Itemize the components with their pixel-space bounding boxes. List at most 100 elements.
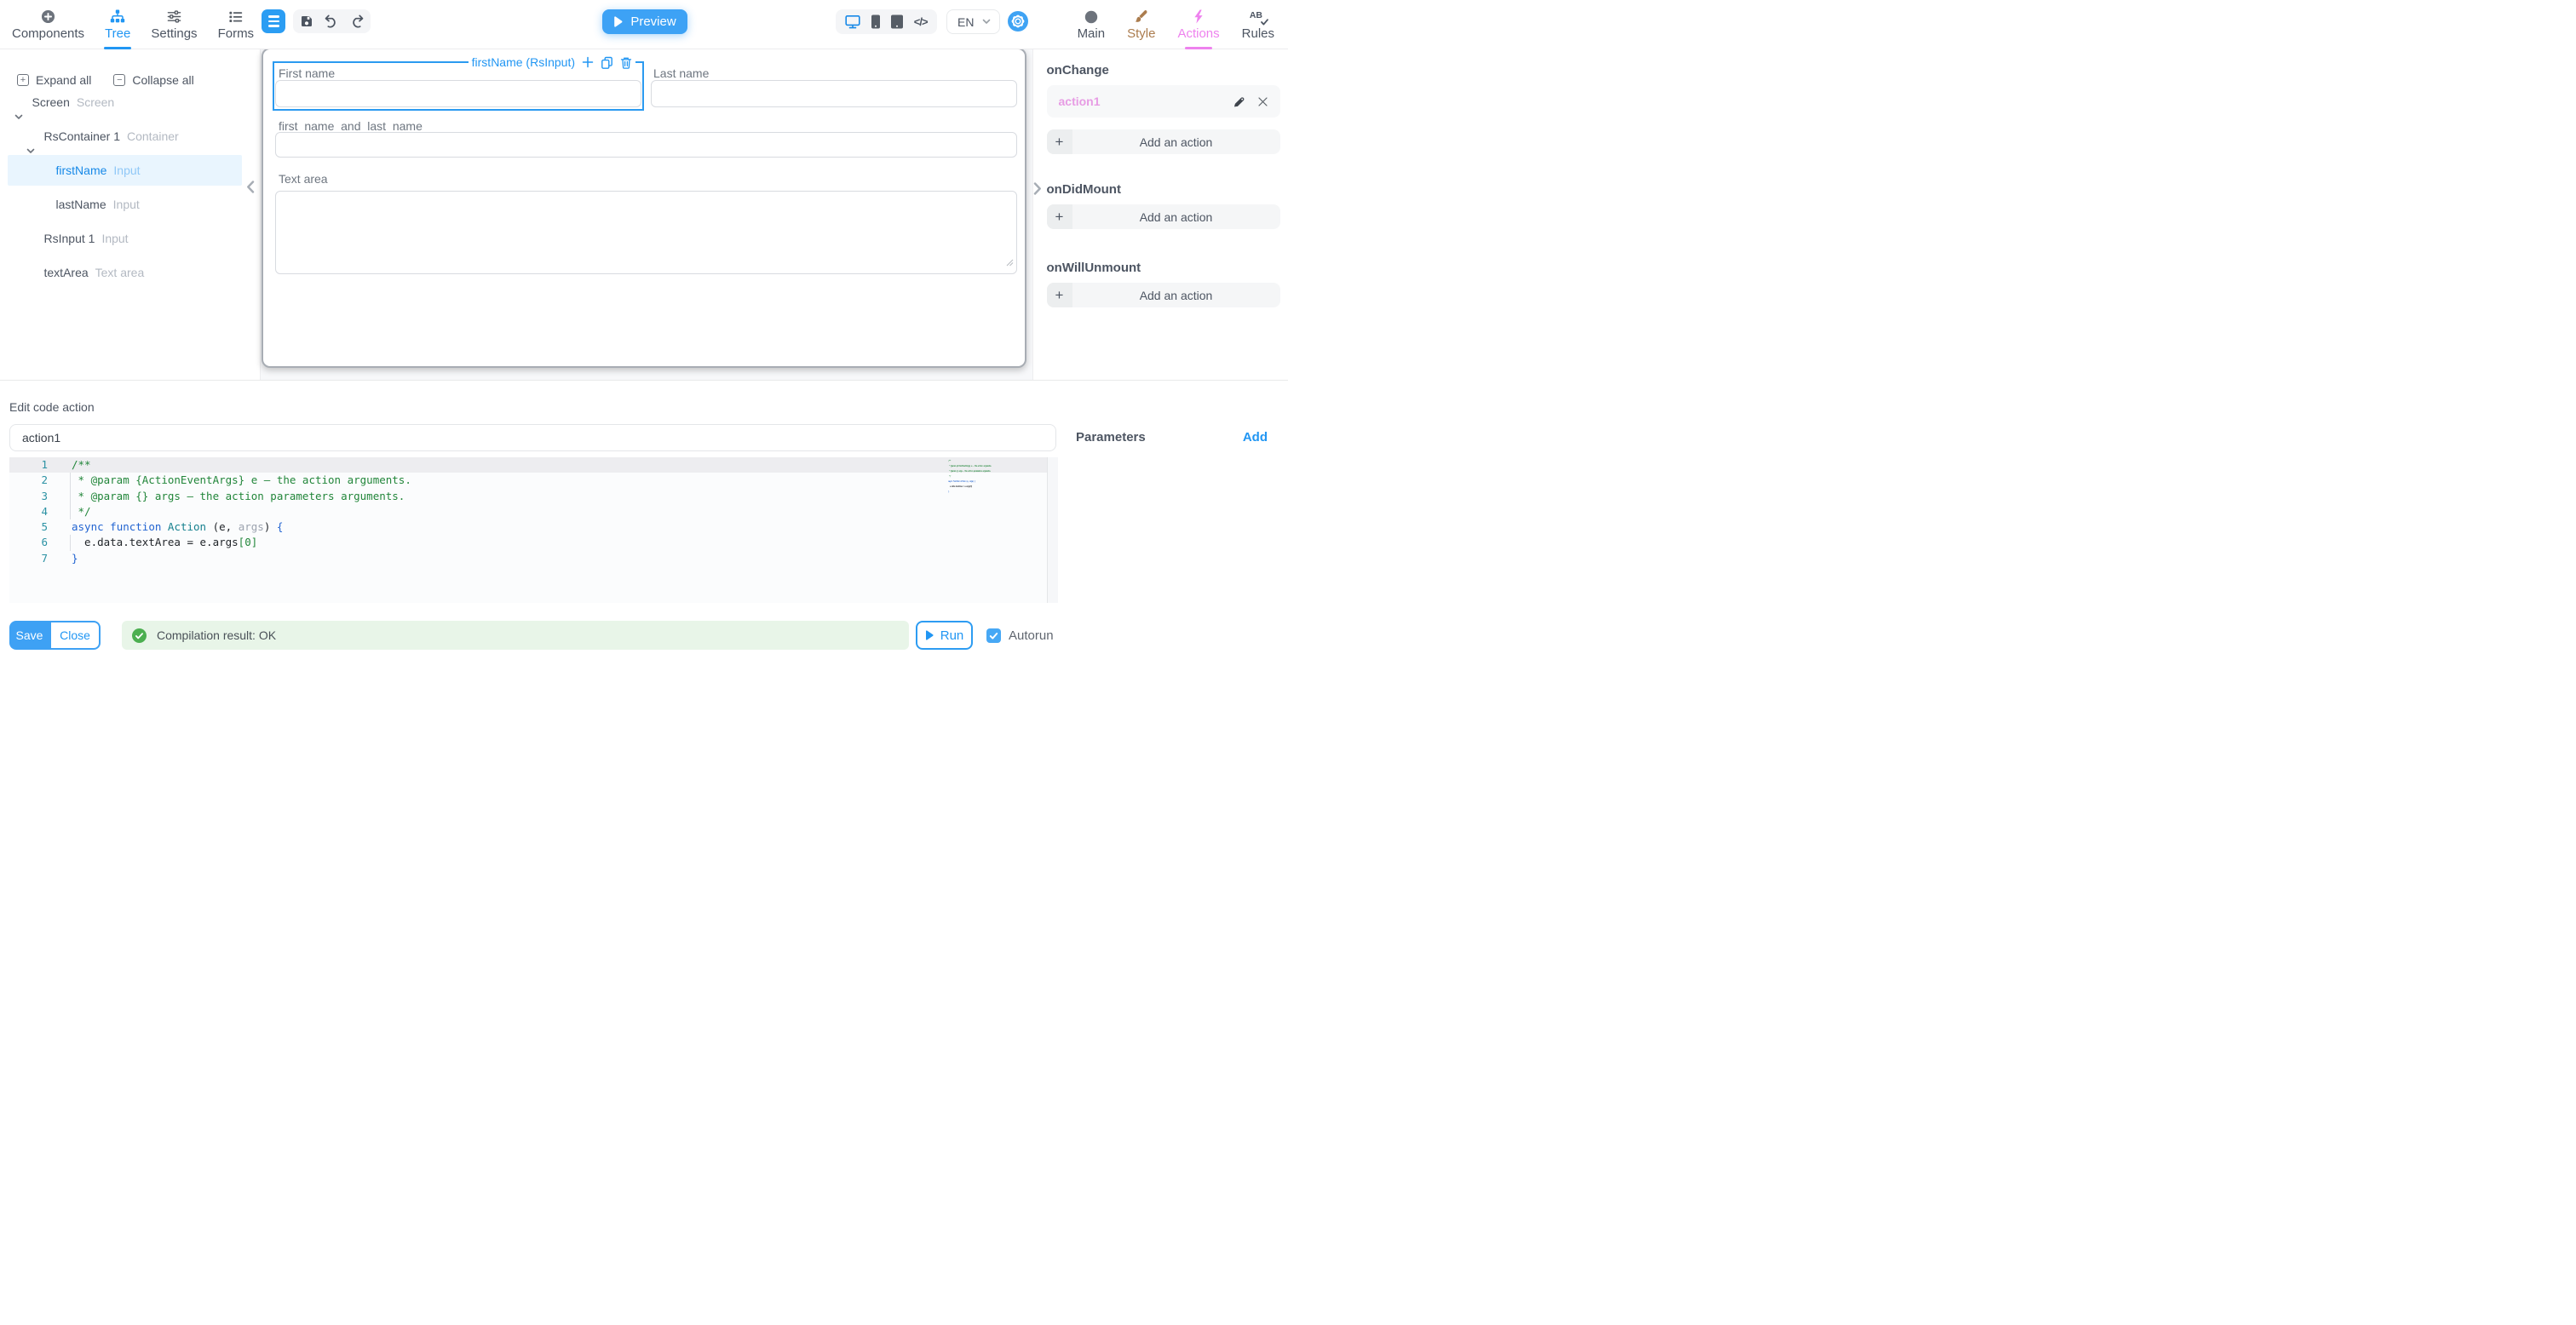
- tab-main[interactable]: Main: [1078, 0, 1106, 49]
- tree-item-type: Input: [113, 198, 140, 211]
- line-content: /**: [72, 458, 91, 471]
- action-item-action1[interactable]: action1: [1047, 85, 1280, 118]
- tree-item-type: Input: [101, 232, 128, 245]
- language-select[interactable]: EN: [946, 9, 1000, 34]
- line-number: 1: [9, 457, 48, 473]
- indent-guide: [70, 473, 71, 488]
- tree-item-firstname[interactable]: firstNameInput: [0, 153, 260, 187]
- run-button[interactable]: Run: [916, 621, 973, 650]
- active-tab-underline: [1185, 47, 1212, 49]
- code-line-2: 2 * @param {ActionEventArgs} e — the act…: [9, 473, 1058, 488]
- resize-handle-icon[interactable]: [1006, 255, 1014, 271]
- add-action-label: Add an action: [1072, 204, 1280, 229]
- line-number: 2: [9, 473, 48, 488]
- menu-icon: [268, 15, 279, 18]
- preview-button[interactable]: Preview: [602, 9, 687, 34]
- panel-title: Edit code action: [9, 400, 95, 414]
- tab-label: Settings: [151, 27, 197, 40]
- first-name-input[interactable]: [275, 80, 641, 107]
- tree-item-rscontainer-1[interactable]: RsContainer 1Container: [0, 119, 260, 153]
- add-parameter-button[interactable]: Add: [1243, 430, 1268, 445]
- save-button[interactable]: Save: [9, 621, 49, 650]
- remove-action-icon[interactable]: [1257, 96, 1268, 107]
- combined-input[interactable]: [275, 132, 1017, 158]
- run-play-icon: [925, 630, 934, 640]
- code-view-icon[interactable]: </>: [914, 15, 928, 28]
- tree-item-lastname[interactable]: lastName Input: [0, 187, 260, 221]
- tab-forms[interactable]: Forms: [218, 0, 255, 49]
- selection-label: firstName (RsInput): [472, 55, 575, 69]
- tab-label: Style: [1127, 27, 1155, 40]
- tab-label: Main: [1078, 27, 1106, 40]
- autorun-label: Autorun: [1009, 628, 1054, 643]
- tab-components[interactable]: Components: [12, 0, 84, 49]
- tab-tree[interactable]: Tree: [105, 0, 130, 49]
- tree-item-rsinput-1[interactable]: RsInput 1 Input: [0, 221, 260, 255]
- menu-button[interactable]: [262, 9, 285, 33]
- event-section-ondidmount: onDidMount +Add an action: [1047, 182, 1280, 229]
- add-action-button[interactable]: +Add an action: [1047, 204, 1280, 229]
- delete-icon[interactable]: [620, 56, 632, 69]
- code-line-5: 5async function Action (e, args) {: [9, 519, 1058, 535]
- tab-rules[interactable]: AB Rules: [1242, 0, 1274, 49]
- code-action-panel: Edit code action Parameters Add 1/**2 * …: [0, 380, 1288, 662]
- combined-field-label: first_name_and_last_name: [279, 119, 423, 133]
- tree-item-name: lastName: [56, 198, 106, 211]
- edit-action-icon[interactable]: [1233, 95, 1245, 108]
- screen-canvas[interactable]: firstName (RsInput) First name Last name…: [262, 48, 1026, 368]
- event-title: onDidMount: [1047, 182, 1280, 197]
- undo-icon[interactable]: [324, 14, 339, 29]
- tab-label: Forms: [218, 27, 255, 40]
- text-area-input[interactable]: [275, 191, 1017, 274]
- close-button[interactable]: Close: [49, 621, 101, 650]
- tree-icon: [110, 9, 125, 24]
- rules-icon: AB: [1250, 9, 1267, 24]
- tree-item-textarea[interactable]: textAreaText area: [0, 255, 260, 290]
- forms-icon: [228, 9, 243, 24]
- line-number: 7: [9, 551, 48, 566]
- expand-all-icon: +: [17, 74, 29, 86]
- code-line-3: 3 * @param {} args — the action paramete…: [9, 489, 1058, 504]
- autorun-checkbox[interactable]: [986, 628, 1001, 643]
- action-name-input[interactable]: [9, 424, 1056, 451]
- add-component-icon[interactable]: [582, 56, 594, 68]
- tab-style[interactable]: Style: [1127, 0, 1155, 49]
- tree-item-screen[interactable]: ScreenScreen: [0, 85, 260, 119]
- code-line-4: 4 */: [9, 504, 1058, 519]
- settings-gear-button[interactable]: [1008, 11, 1028, 32]
- editor-scrollbar[interactable]: [1047, 457, 1058, 603]
- add-action-button[interactable]: +Add an action: [1047, 129, 1280, 154]
- collapse-left-panel-icon[interactable]: [246, 181, 255, 198]
- collapse-right-panel-icon[interactable]: [1033, 182, 1042, 199]
- desktop-icon[interactable]: [845, 14, 860, 29]
- tab-label: Rules: [1242, 27, 1274, 40]
- last-name-input[interactable]: [651, 80, 1017, 107]
- line-content: }: [72, 552, 78, 565]
- tab-actions[interactable]: Actions: [1177, 0, 1219, 49]
- style-icon: [1134, 9, 1148, 24]
- device-toggle-group: </>: [836, 9, 937, 34]
- tab-settings[interactable]: Settings: [151, 0, 197, 49]
- active-tab-underline: [104, 47, 131, 49]
- event-title: onChange: [1047, 63, 1280, 77]
- save-icon[interactable]: [300, 14, 313, 28]
- indent-guide: [70, 504, 71, 519]
- tab-label: Tree: [105, 27, 130, 40]
- plus-icon: +: [1047, 204, 1072, 229]
- tablet-icon[interactable]: [890, 14, 904, 29]
- phone-icon[interactable]: [871, 14, 881, 29]
- tree-item-type: Input: [113, 163, 140, 177]
- top-toolbar: ComponentsTreeSettingsForms Preview </> …: [0, 0, 1288, 49]
- gear-icon: [1008, 11, 1028, 32]
- tree-item-name: RsInput 1: [44, 232, 95, 245]
- redo-icon[interactable]: [349, 14, 365, 29]
- play-icon: [613, 16, 623, 27]
- add-action-button[interactable]: +Add an action: [1047, 283, 1280, 307]
- language-value: EN: [957, 15, 974, 29]
- code-editor[interactable]: 1 /** 2 * @param {ActionEventArgs} e — the…: [9, 457, 1058, 603]
- duplicate-icon[interactable]: [601, 56, 613, 69]
- tree-item-name: textArea: [44, 266, 89, 279]
- line-content: */: [72, 505, 91, 518]
- autorun-toggle[interactable]: Autorun: [986, 621, 1054, 650]
- edit-tool-group: [293, 9, 371, 33]
